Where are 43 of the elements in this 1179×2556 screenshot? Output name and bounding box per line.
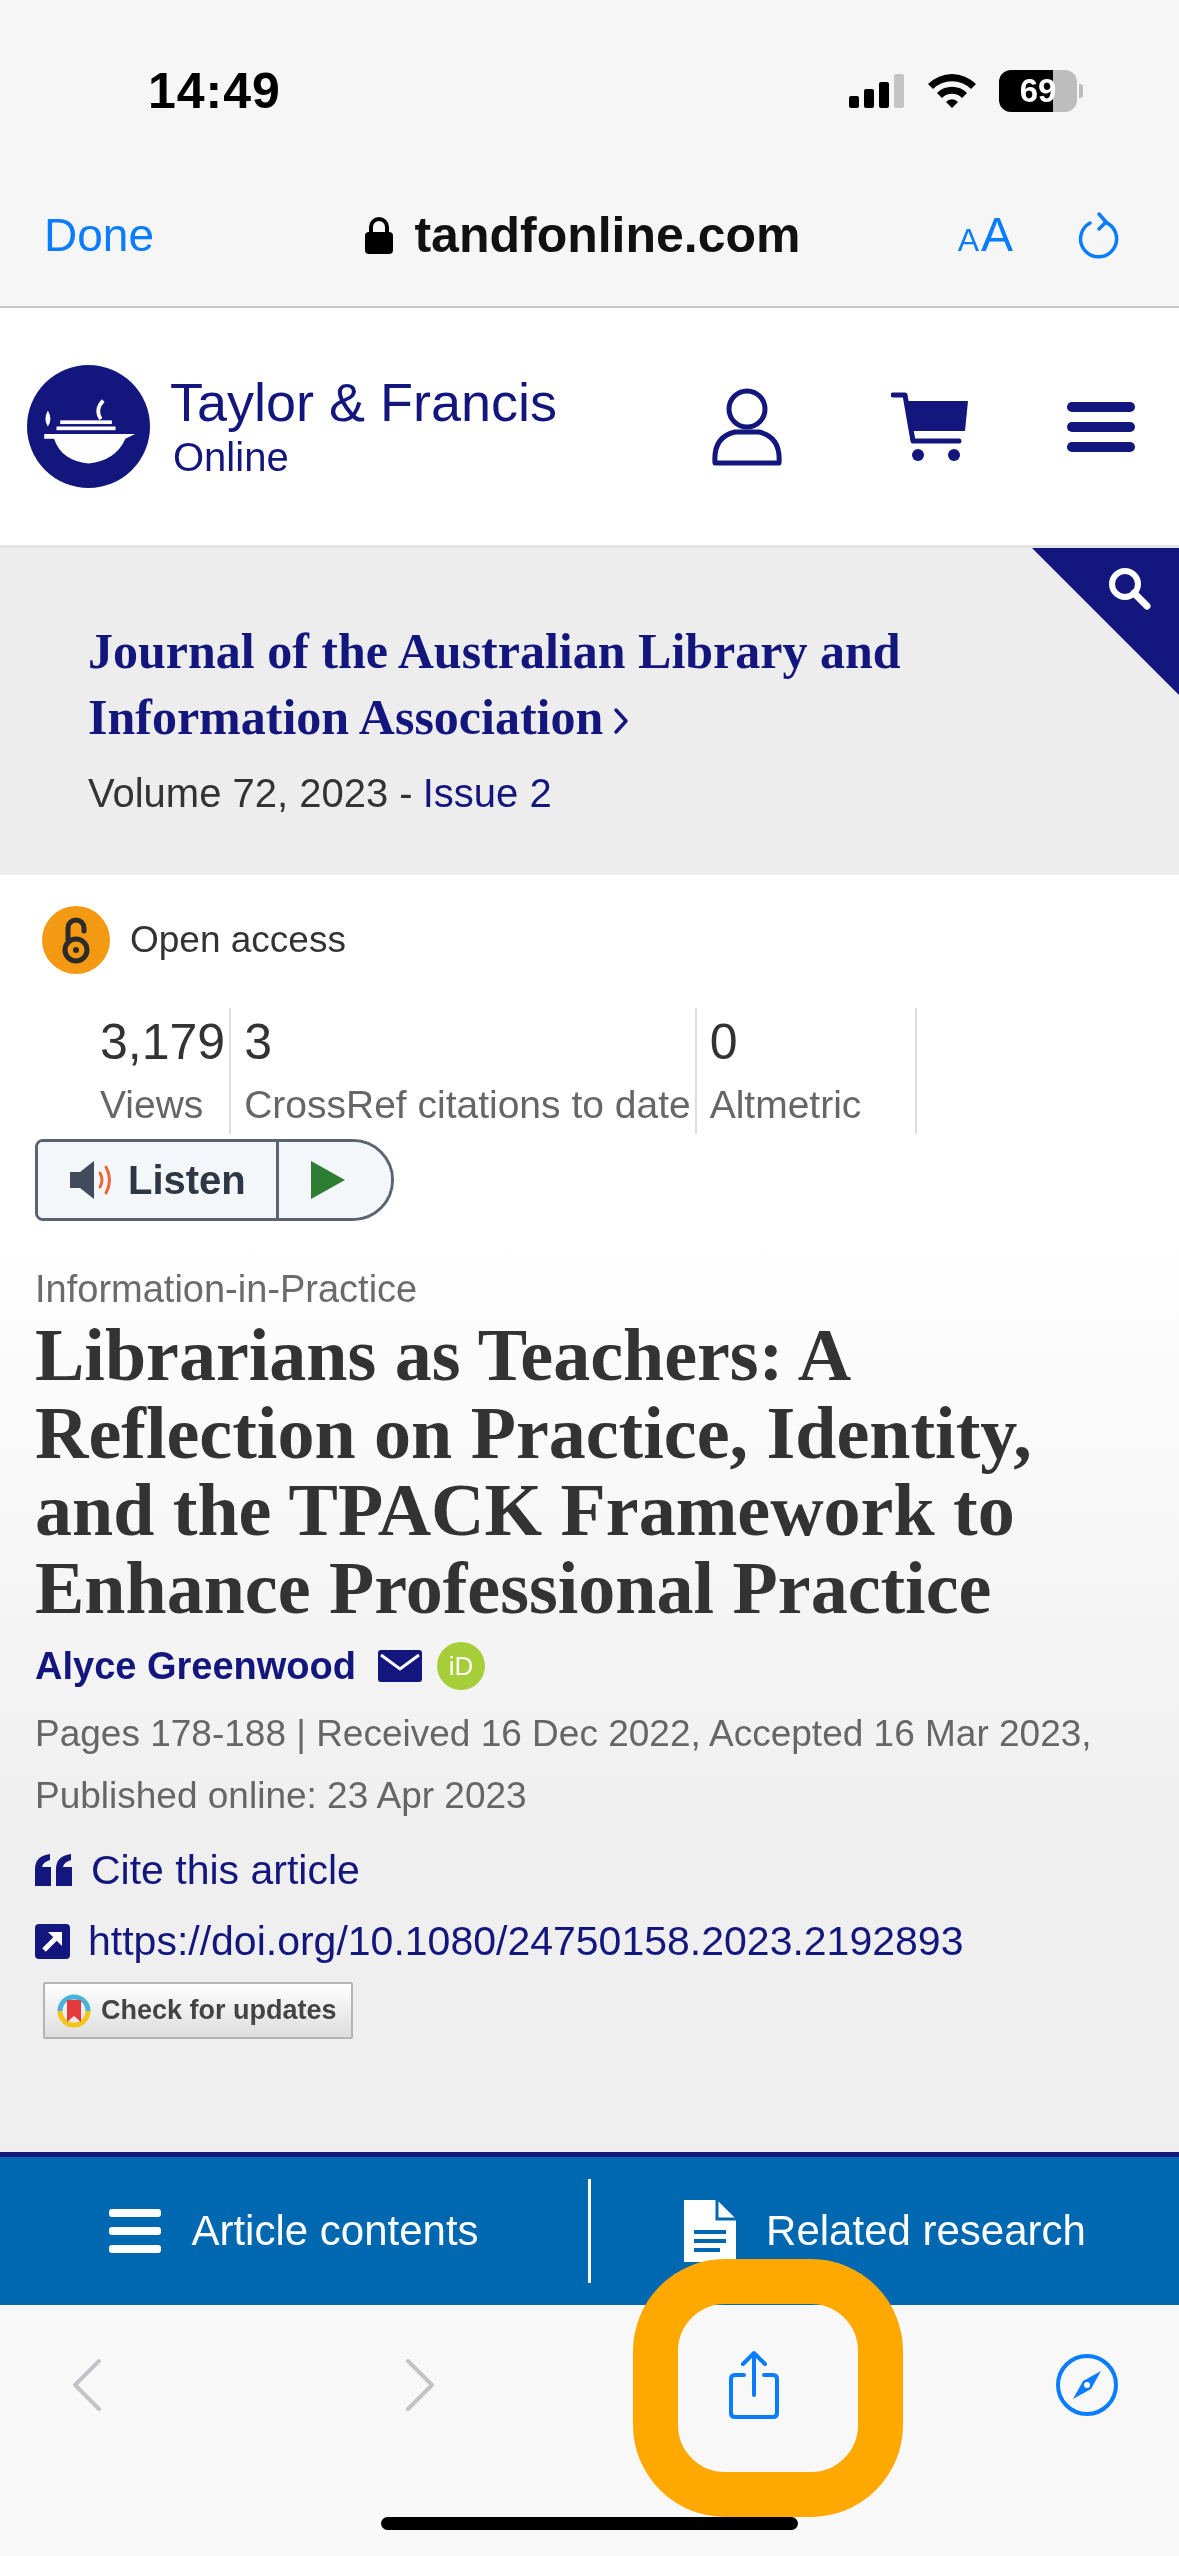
lamp-logo-icon[interactable] [27,365,150,488]
cart-icon[interactable] [891,390,969,463]
document-icon [684,2200,737,2262]
menu-icon[interactable] [1067,401,1135,452]
external-link-icon [35,1923,70,1959]
wifi-icon [927,72,977,109]
menu-icon [109,2209,162,2253]
metric-label: CrossRef citations to date [244,1082,691,1128]
envelope-icon[interactable] [378,1650,422,1682]
search-icon [1107,566,1151,610]
brand-subtitle[interactable]: Online [173,431,289,482]
open-lock-icon [42,906,110,974]
chevron-right-icon [613,707,630,735]
compass-icon[interactable] [1055,2353,1119,2417]
access-label: Open access [130,919,346,961]
play-icon [310,1161,345,1199]
doi-link[interactable]: https://doi.org/10.1080/24750158.2023.2192893 [35,1913,964,1969]
text-size-button[interactable]: AA [957,207,1013,262]
metric-label: Views [100,1082,205,1128]
volume-info: Volume 72, 2023 - Issue 2 [88,770,552,817]
address-text[interactable]: tandfonline.com [414,205,801,264]
done-button[interactable]: Done [44,207,154,262]
article-title: Librarians as Teachers: A Reflection on Practice, Identity, and the TPACK Framework to Enhance Professional Practice [35,1317,1033,1627]
journal-link[interactable]: Journal of the Australian Library and Information Association [88,618,988,750]
check-updates-button[interactable]: Check for updates [43,1982,353,2039]
brand-name[interactable]: Taylor & Francis [170,371,558,432]
nav-tab[interactable]: Article contents [109,2207,479,2255]
issue-link[interactable]: Issue 2 [422,771,552,815]
author-link[interactable]: Alyce Greenwood [35,1644,356,1688]
nav-tab[interactable]: Related research [684,2200,1086,2262]
article-type: Information-in-Practice [35,1267,418,1312]
metric-value: 3,179 [100,1013,226,1072]
quote-icon [35,1854,73,1886]
lock-icon [364,215,395,254]
signal-icon [849,73,905,108]
clock-time: 14:49 [148,61,281,120]
listen-button[interactable]: Listen [38,1142,279,1218]
cite-link[interactable]: Cite this article [35,1842,360,1898]
metric-label: Altmetric [709,1082,862,1128]
metric-value: 3 [244,1013,273,1072]
metric-value: 0 [709,1013,739,1072]
user-icon[interactable] [711,386,783,467]
publication-dates: Pages 178-188 | Received 16 Dec 2022, Accepted 16 Mar 2023, Published online: 23 Apr 2023 [35,1712,1093,1818]
